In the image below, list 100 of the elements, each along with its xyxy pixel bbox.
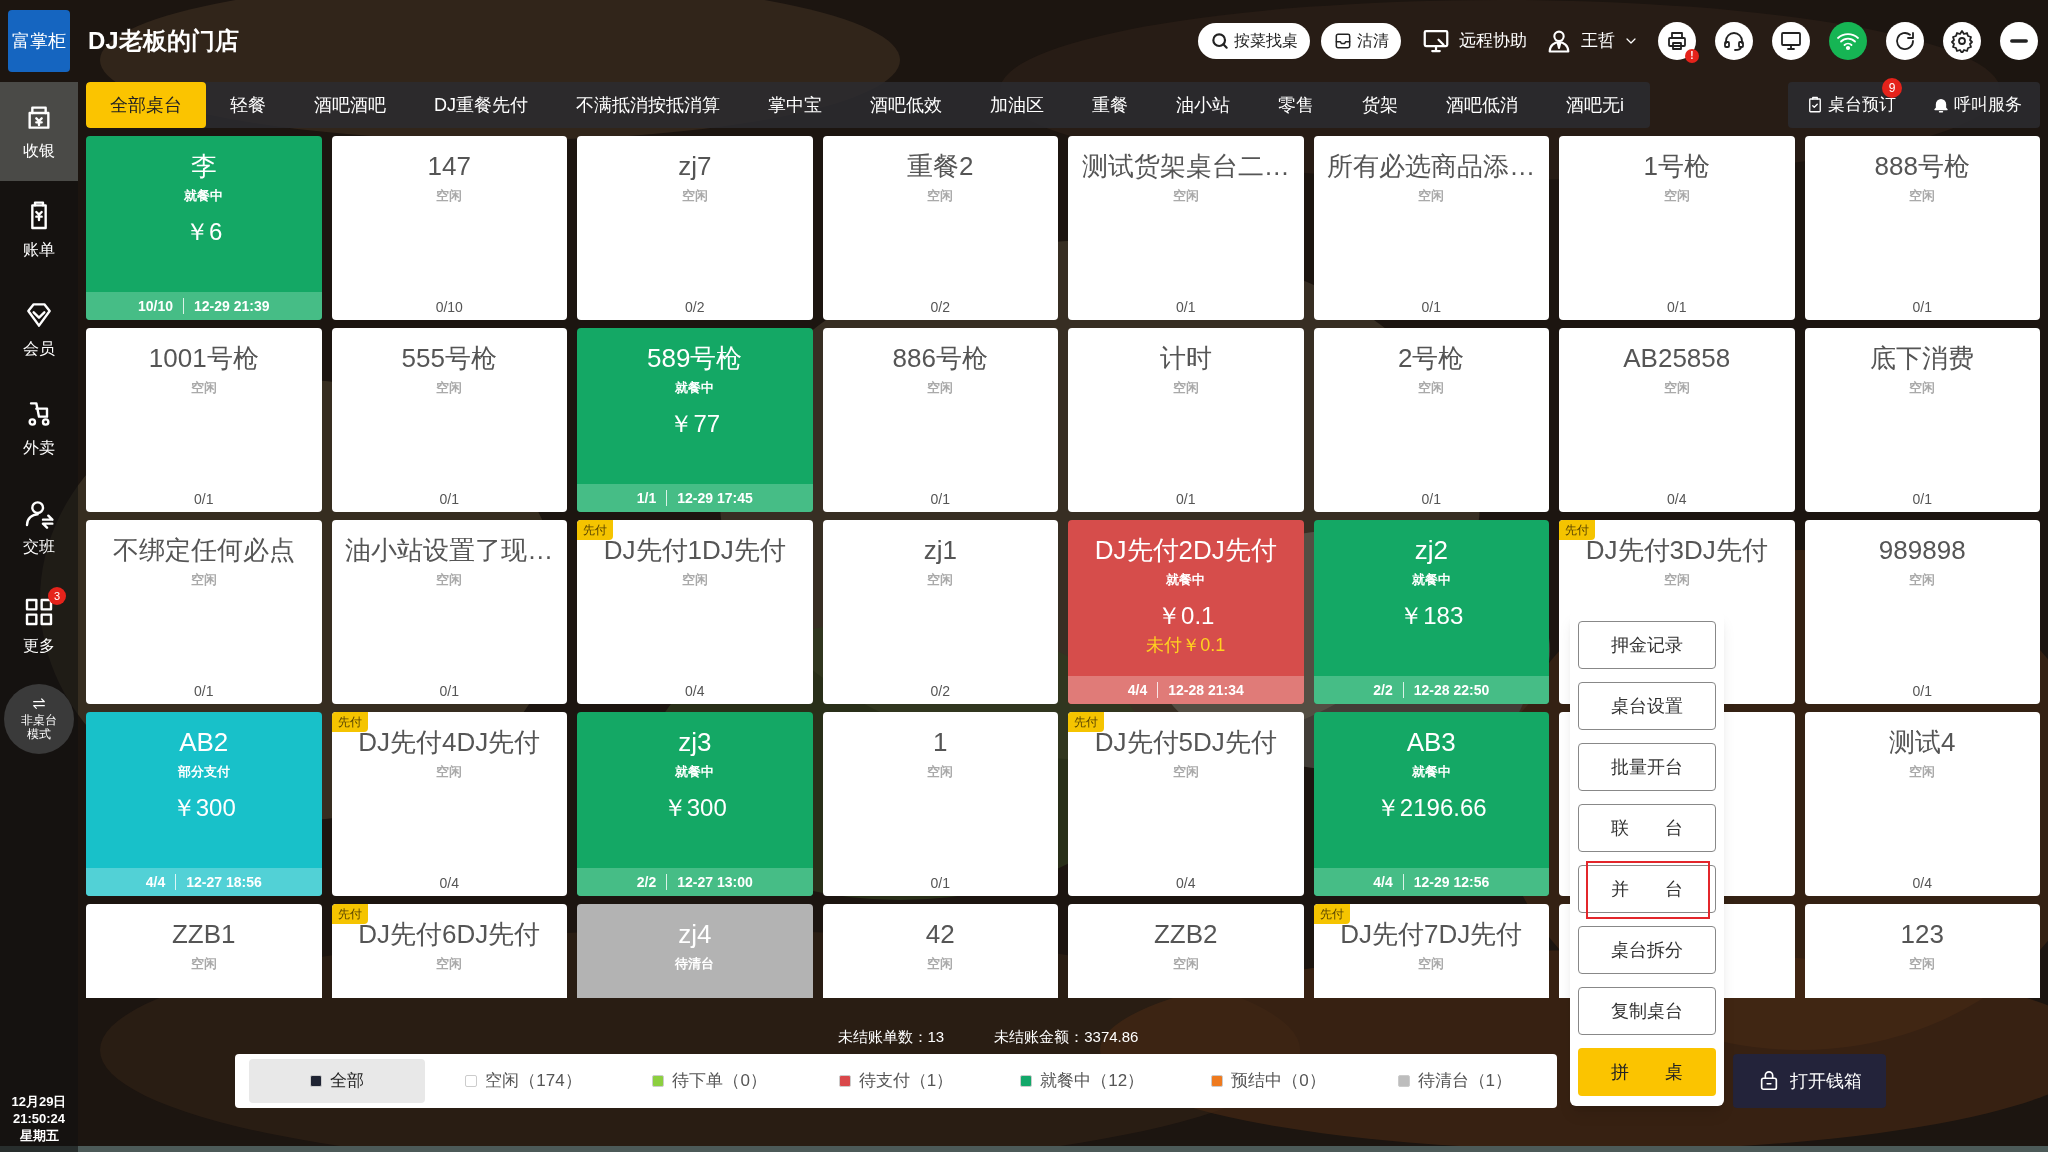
table-card[interactable]: DJ先付4DJ先付 空闲 先付 0/4 bbox=[331, 712, 567, 896]
menu-item[interactable]: 批量开台 bbox=[1578, 743, 1716, 791]
table-card[interactable]: 1001号枪 空闲 0/1 bbox=[86, 328, 322, 512]
sidebar-item[interactable]: 交班 bbox=[0, 478, 78, 577]
area-tab[interactable]: 全部桌台 bbox=[86, 82, 206, 128]
table-status: 空闲 bbox=[190, 956, 217, 972]
table-card[interactable]: ZZB2 空闲 bbox=[1068, 904, 1304, 998]
area-tab[interactable]: 酒吧低效 bbox=[846, 82, 966, 128]
table-card[interactable]: 123 空闲 bbox=[1804, 904, 2040, 998]
find-table-button[interactable]: 按菜找桌 bbox=[1198, 23, 1310, 59]
seat-count: 0/4 bbox=[439, 874, 459, 892]
sold-out-button[interactable]: 沽清 bbox=[1321, 23, 1401, 59]
table-amount: ￥300 bbox=[662, 794, 727, 822]
menu-item[interactable]: 押金记录 bbox=[1578, 621, 1716, 669]
table-card[interactable]: DJ先付1DJ先付 空闲 先付 0/4 bbox=[577, 520, 813, 704]
area-tab[interactable]: 酒吧酒吧 bbox=[290, 82, 410, 128]
open-cash-drawer-button[interactable]: 打开钱箱 bbox=[1733, 1054, 1886, 1108]
table-name: ZZB2 bbox=[1153, 918, 1218, 950]
table-name: 42 bbox=[925, 918, 955, 950]
table-card[interactable]: 1号枪 空闲 0/1 bbox=[1559, 136, 1795, 320]
table-card[interactable]: 886号枪 空闲 0/1 bbox=[822, 328, 1058, 512]
table-status: 部分支付 bbox=[177, 764, 230, 780]
table-card[interactable]: ZZB1 空闲 bbox=[86, 904, 322, 998]
menu-item[interactable]: 并台 bbox=[1578, 865, 1716, 913]
table-card[interactable]: 42 空闲 bbox=[822, 904, 1058, 998]
table-card[interactable]: 测试货架桌台二… 空闲 0/1 bbox=[1068, 136, 1304, 320]
status-filter[interactable]: 全部 bbox=[249, 1059, 426, 1103]
table-card[interactable]: DJ先付2DJ先付 就餐中 ￥0.1 未付￥0.1 4/4 12-28 21:34 bbox=[1068, 520, 1304, 704]
table-name: 重餐2 bbox=[907, 150, 974, 182]
table-name: 123 bbox=[1900, 918, 1944, 950]
sidebar-item[interactable]: 更多 3 bbox=[0, 577, 78, 676]
table-card[interactable]: zj1 空闲 0/2 bbox=[822, 520, 1058, 704]
monitor-icon bbox=[1779, 29, 1803, 53]
area-tab[interactable]: 货架 bbox=[1338, 82, 1422, 128]
area-tab[interactable]: 轻餐 bbox=[206, 82, 290, 128]
table-status: 空闲 bbox=[1172, 764, 1199, 780]
seat-count: 0/1 bbox=[1912, 298, 1932, 316]
area-tab[interactable]: 油小站 bbox=[1152, 82, 1254, 128]
status-filter[interactable]: 就餐中（12） bbox=[994, 1059, 1171, 1103]
time-label: 21:50:24 bbox=[12, 1110, 65, 1127]
table-amount: ￥2196.66 bbox=[1375, 794, 1487, 822]
remote-assist-button[interactable]: 远程协助 bbox=[1421, 26, 1527, 56]
menu-item[interactable]: 桌台拆分 bbox=[1578, 926, 1716, 974]
table-card[interactable]: 555号枪 空闲 0/1 bbox=[331, 328, 567, 512]
table-card[interactable]: AB25858 空闲 0/4 bbox=[1559, 328, 1795, 512]
sidebar-item[interactable]: 外卖 bbox=[0, 379, 78, 478]
menu-item[interactable]: 复制桌台 bbox=[1578, 987, 1716, 1035]
status-filter[interactable]: 待清台（1） bbox=[1366, 1059, 1543, 1103]
table-name: 油小站设置了现… bbox=[345, 534, 554, 566]
table-name: 2号枪 bbox=[1398, 342, 1465, 374]
search-icon bbox=[1210, 31, 1230, 51]
status-filter[interactable]: 待支付（1） bbox=[807, 1059, 985, 1103]
status-filter[interactable]: 空闲（174） bbox=[435, 1059, 612, 1103]
table-card[interactable]: DJ先付6DJ先付 空闲 先付 bbox=[331, 904, 567, 998]
table-name: 886号枪 bbox=[892, 342, 988, 374]
open-time: 12-27 13:00 bbox=[677, 872, 753, 892]
area-tab[interactable]: 不满抵消按抵消算 bbox=[552, 82, 744, 128]
unpaid-bill-count: 未结账单数：13 bbox=[837, 1027, 945, 1046]
status-filter[interactable]: 待下单（0） bbox=[621, 1059, 798, 1103]
sidebar-item[interactable]: 会员 bbox=[0, 280, 78, 379]
table-card[interactable]: zj7 空闲 0/2 bbox=[577, 136, 813, 320]
table-card[interactable]: 底下消费 空闲 0/1 bbox=[1804, 328, 2040, 512]
sidebar-item[interactable]: 收银 bbox=[0, 82, 78, 181]
table-status: 就餐中 bbox=[184, 188, 224, 204]
area-tab[interactable]: 零售 bbox=[1254, 82, 1338, 128]
table-card[interactable]: 不绑定任何必点 空闲 0/1 bbox=[86, 520, 322, 704]
seat-count: 0/4 bbox=[1667, 490, 1687, 508]
area-tab[interactable]: DJ重餐先付 bbox=[410, 82, 552, 128]
status-filter[interactable]: 预结中（0） bbox=[1180, 1059, 1357, 1103]
area-tab[interactable]: 酒吧低消 bbox=[1422, 82, 1542, 128]
menu-item[interactable]: 联台 bbox=[1578, 804, 1716, 852]
table-card[interactable]: 重餐2 空闲 0/2 bbox=[822, 136, 1058, 320]
table-card[interactable]: DJ先付7DJ先付 空闲 先付 bbox=[1313, 904, 1549, 998]
table-card[interactable]: 油小站设置了现… 空闲 0/1 bbox=[331, 520, 567, 704]
area-tab[interactable]: 加油区 bbox=[966, 82, 1068, 128]
call-service-button[interactable]: 呼叫服务 bbox=[1932, 92, 2022, 118]
table-card[interactable]: 1 空闲 0/1 bbox=[822, 712, 1058, 896]
table-status: 空闲 bbox=[1909, 380, 1936, 396]
user-menu[interactable]: 王哲 bbox=[1545, 27, 1639, 55]
sidebar-item[interactable]: 账单 bbox=[0, 181, 78, 280]
area-tab[interactable]: 酒吧无i bbox=[1542, 82, 1648, 128]
unpaid-bill-amount: 未结账金额：3374.86 bbox=[994, 1027, 1139, 1046]
area-tab[interactable]: 掌中宝 bbox=[744, 82, 846, 128]
table-card[interactable]: 所有必选商品添… 空闲 0/1 bbox=[1313, 136, 1549, 320]
area-tab[interactable]: 重餐 bbox=[1068, 82, 1152, 128]
table-card[interactable]: 147 空闲 0/10 bbox=[331, 136, 567, 320]
seat-count: 0/4 bbox=[685, 682, 705, 700]
table-card[interactable]: 989898 空闲 0/1 bbox=[1804, 520, 2040, 704]
table-name: 1 bbox=[933, 726, 948, 758]
seat-count: 2/2 bbox=[1373, 680, 1393, 700]
table-card[interactable]: 888号枪 空闲 0/1 bbox=[1804, 136, 2040, 320]
menu-item[interactable]: 桌台设置 bbox=[1578, 682, 1716, 730]
table-status: 就餐中 bbox=[1411, 572, 1451, 588]
table-card[interactable]: 2号枪 空闲 0/1 bbox=[1313, 328, 1549, 512]
table-card[interactable]: 计时 空闲 0/1 bbox=[1068, 328, 1304, 512]
seat-count: 0/4 bbox=[1176, 874, 1196, 892]
table-name: zj2 bbox=[1414, 534, 1448, 566]
seat-count: 0/1 bbox=[930, 874, 950, 892]
table-card[interactable]: DJ先付5DJ先付 空闲 先付 0/4 bbox=[1068, 712, 1304, 896]
table-card[interactable]: 测试4 空闲 0/4 bbox=[1804, 712, 2040, 896]
